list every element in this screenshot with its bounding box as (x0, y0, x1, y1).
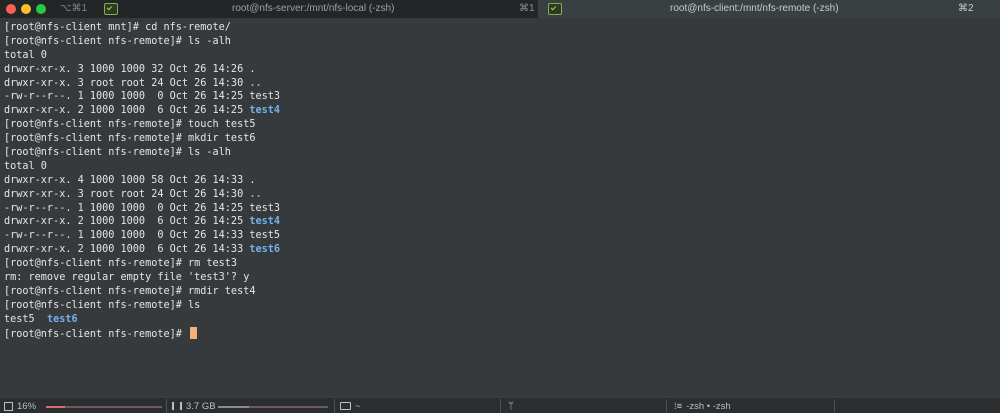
divider (834, 399, 835, 413)
tab-shortcut: ⌘1 (519, 3, 535, 14)
terminal-text: [root@nfs-client nfs-remote]# ls (4, 299, 201, 311)
terminal-text: [root@nfs-client nfs-remote]# rm test3 (4, 258, 238, 270)
terminal-text: drwxr-xr-x. 4 1000 1000 58 Oct 26 14:33 … (4, 174, 256, 186)
tab-title: root@nfs-client:/mnt/nfs-remote (-zsh) (670, 3, 839, 14)
terminal-text: [root@nfs-client nfs-remote]# rmdir test… (4, 285, 256, 297)
terminal-icon (548, 3, 562, 15)
jobs-icon: ⁞≡ (674, 400, 683, 412)
cpu-usage-bar (46, 406, 65, 408)
terminal-line: test5 test6 (4, 313, 994, 327)
directory-path: ~ (355, 400, 361, 412)
terminal-text: [root@nfs-client nfs-remote]# touch test… (4, 119, 256, 131)
cpu-usage: 16% (17, 400, 37, 412)
terminal-line: drwxr-xr-x. 3 root root 24 Oct 26 14:30 … (4, 77, 994, 91)
terminal-text: [root@nfs-client mnt]# cd nfs-remote/ (4, 22, 231, 33)
text-cursor (190, 326, 198, 339)
terminal-line: [root@nfs-client nfs-remote]# ls (4, 299, 994, 313)
tab-shortcut: ⌘2 (958, 3, 974, 14)
terminal-line: [root@nfs-client nfs-remote]# rm test3 (4, 257, 994, 271)
terminal-line: [root@nfs-client mnt]# cd nfs-remote/ (4, 21, 994, 35)
terminal-line: -rw-r--r--. 1 1000 1000 0 Oct 26 14:25 t… (4, 90, 994, 104)
git-branch-indicator: ᛘ (508, 398, 514, 413)
terminal-text: drwxr-xr-x. 2 1000 1000 6 Oct 26 14:33 (4, 244, 250, 256)
memory-icon (172, 402, 182, 410)
directory-name: test4 (249, 105, 281, 117)
divider (334, 399, 335, 413)
terminal-line: [root@nfs-client nfs-remote]# touch test… (4, 118, 994, 132)
memory-indicator: 3.7 GB (172, 398, 216, 413)
terminal-text: drwxr-xr-x. 3 root root 24 Oct 26 14:30 (4, 77, 250, 89)
terminal-line: drwxr-xr-x. 3 1000 1000 32 Oct 26 14:26 … (4, 63, 994, 77)
tab-bar: ⌥⌘1 root@nfs-server:/mnt/nfs-local (-zsh… (0, 0, 1000, 18)
directory-name: .. (249, 77, 262, 89)
directory-name: .. (249, 188, 262, 200)
cpu-indicator: 16% (4, 398, 36, 413)
terminal-text: -rw-r--r--. 1 1000 1000 0 Oct 26 14:25 t… (4, 202, 281, 214)
terminal-icon (104, 3, 118, 15)
terminal-line: total 0 (4, 160, 994, 174)
window-shortcut: ⌥⌘1 (60, 3, 88, 14)
terminal-text: test5 (4, 313, 47, 325)
terminal-line: [root@nfs-client nfs-remote]# ls -alh (4, 146, 994, 160)
git-branch-icon: ᛘ (508, 400, 514, 412)
terminal-text: drwxr-xr-x. 3 root root 24 Oct 26 14:30 (4, 188, 250, 200)
terminal-line: drwxr-xr-x. 2 1000 1000 6 Oct 26 14:25 t… (4, 215, 994, 229)
tab-nfs-server[interactable]: ⌥⌘1 root@nfs-server:/mnt/nfs-local (-zsh… (0, 0, 538, 18)
terminal-text: [root@nfs-client nfs-remote]# mkdir test… (4, 133, 256, 145)
terminal-line: [root@nfs-client nfs-remote]# (4, 326, 994, 341)
terminal-line: -rw-r--r--. 1 1000 1000 0 Oct 26 14:25 t… (4, 202, 994, 216)
terminal-line: [root@nfs-client nfs-remote]# ls -alh (4, 35, 994, 49)
terminal-text: [root@nfs-client nfs-remote]# ls -alh (4, 147, 231, 159)
terminal-line: [root@nfs-client nfs-remote]# rmdir test… (4, 285, 994, 299)
terminal-line: drwxr-xr-x. 2 1000 1000 6 Oct 26 14:25 t… (4, 104, 994, 118)
jobs-indicator: ⁞≡ -zsh • -zsh (674, 398, 731, 413)
terminal-line: -rw-r--r--. 1 1000 1000 0 Oct 26 14:33 t… (4, 229, 994, 243)
terminal-text: -rw-r--r--. 1 1000 1000 0 Oct 26 14:33 t… (4, 230, 281, 242)
status-bar: 16% 3.7 GB ~ ᛘ ⁞≡ -zsh • -zsh (0, 397, 1000, 413)
terminal-text: drwxr-xr-x. 2 1000 1000 6 Oct 26 14:25 (4, 216, 250, 228)
terminal-line: drwxr-xr-x. 2 1000 1000 6 Oct 26 14:33 t… (4, 243, 994, 257)
terminal-line: [root@nfs-client nfs-remote]# mkdir test… (4, 132, 994, 146)
directory-name: test6 (249, 244, 281, 256)
current-directory[interactable]: ~ (340, 398, 361, 413)
terminal-line: drwxr-xr-x. 3 root root 24 Oct 26 14:30 … (4, 188, 994, 202)
terminal-text: [root@nfs-client nfs-remote]# (4, 328, 189, 340)
terminal-text: total 0 (4, 49, 47, 61)
memory-usage: 3.7 GB (186, 400, 216, 412)
jobs-list: -zsh • -zsh (686, 400, 731, 412)
directory-name: test6 (46, 313, 78, 325)
divider (166, 399, 167, 413)
terminal-text: [root@nfs-client nfs-remote]# ls -alh (4, 35, 231, 47)
folder-icon (340, 402, 351, 410)
directory-name: test4 (249, 216, 281, 228)
memory-usage-bar (218, 406, 249, 408)
tab-title: root@nfs-server:/mnt/nfs-local (-zsh) (232, 3, 395, 14)
terminal-text: drwxr-xr-x. 2 1000 1000 6 Oct 26 14:25 (4, 105, 250, 117)
terminal-output[interactable]: [root@nfs-client mnt]# cd nfs-remote/ [ro… (4, 21, 994, 340)
divider (500, 399, 501, 413)
terminal-text: drwxr-xr-x. 3 1000 1000 32 Oct 26 14:26 … (4, 63, 256, 75)
terminal-line: drwxr-xr-x. 4 1000 1000 58 Oct 26 14:33 … (4, 174, 994, 188)
terminal-line: rm: remove regular empty file 'test3'? y (4, 271, 994, 285)
terminal-text: rm: remove regular empty file 'test3'? y (4, 272, 250, 284)
terminal-line: total 0 (4, 49, 994, 63)
tab-nfs-client[interactable]: root@nfs-client:/mnt/nfs-remote (-zsh) ⌘… (538, 0, 1000, 18)
terminal-window: ⌥⌘1 root@nfs-server:/mnt/nfs-local (-zsh… (0, 0, 1000, 413)
cpu-icon (4, 401, 13, 411)
divider (666, 399, 667, 413)
terminal-text: -rw-r--r--. 1 1000 1000 0 Oct 26 14:25 t… (4, 91, 281, 103)
terminal-text: total 0 (4, 160, 47, 172)
